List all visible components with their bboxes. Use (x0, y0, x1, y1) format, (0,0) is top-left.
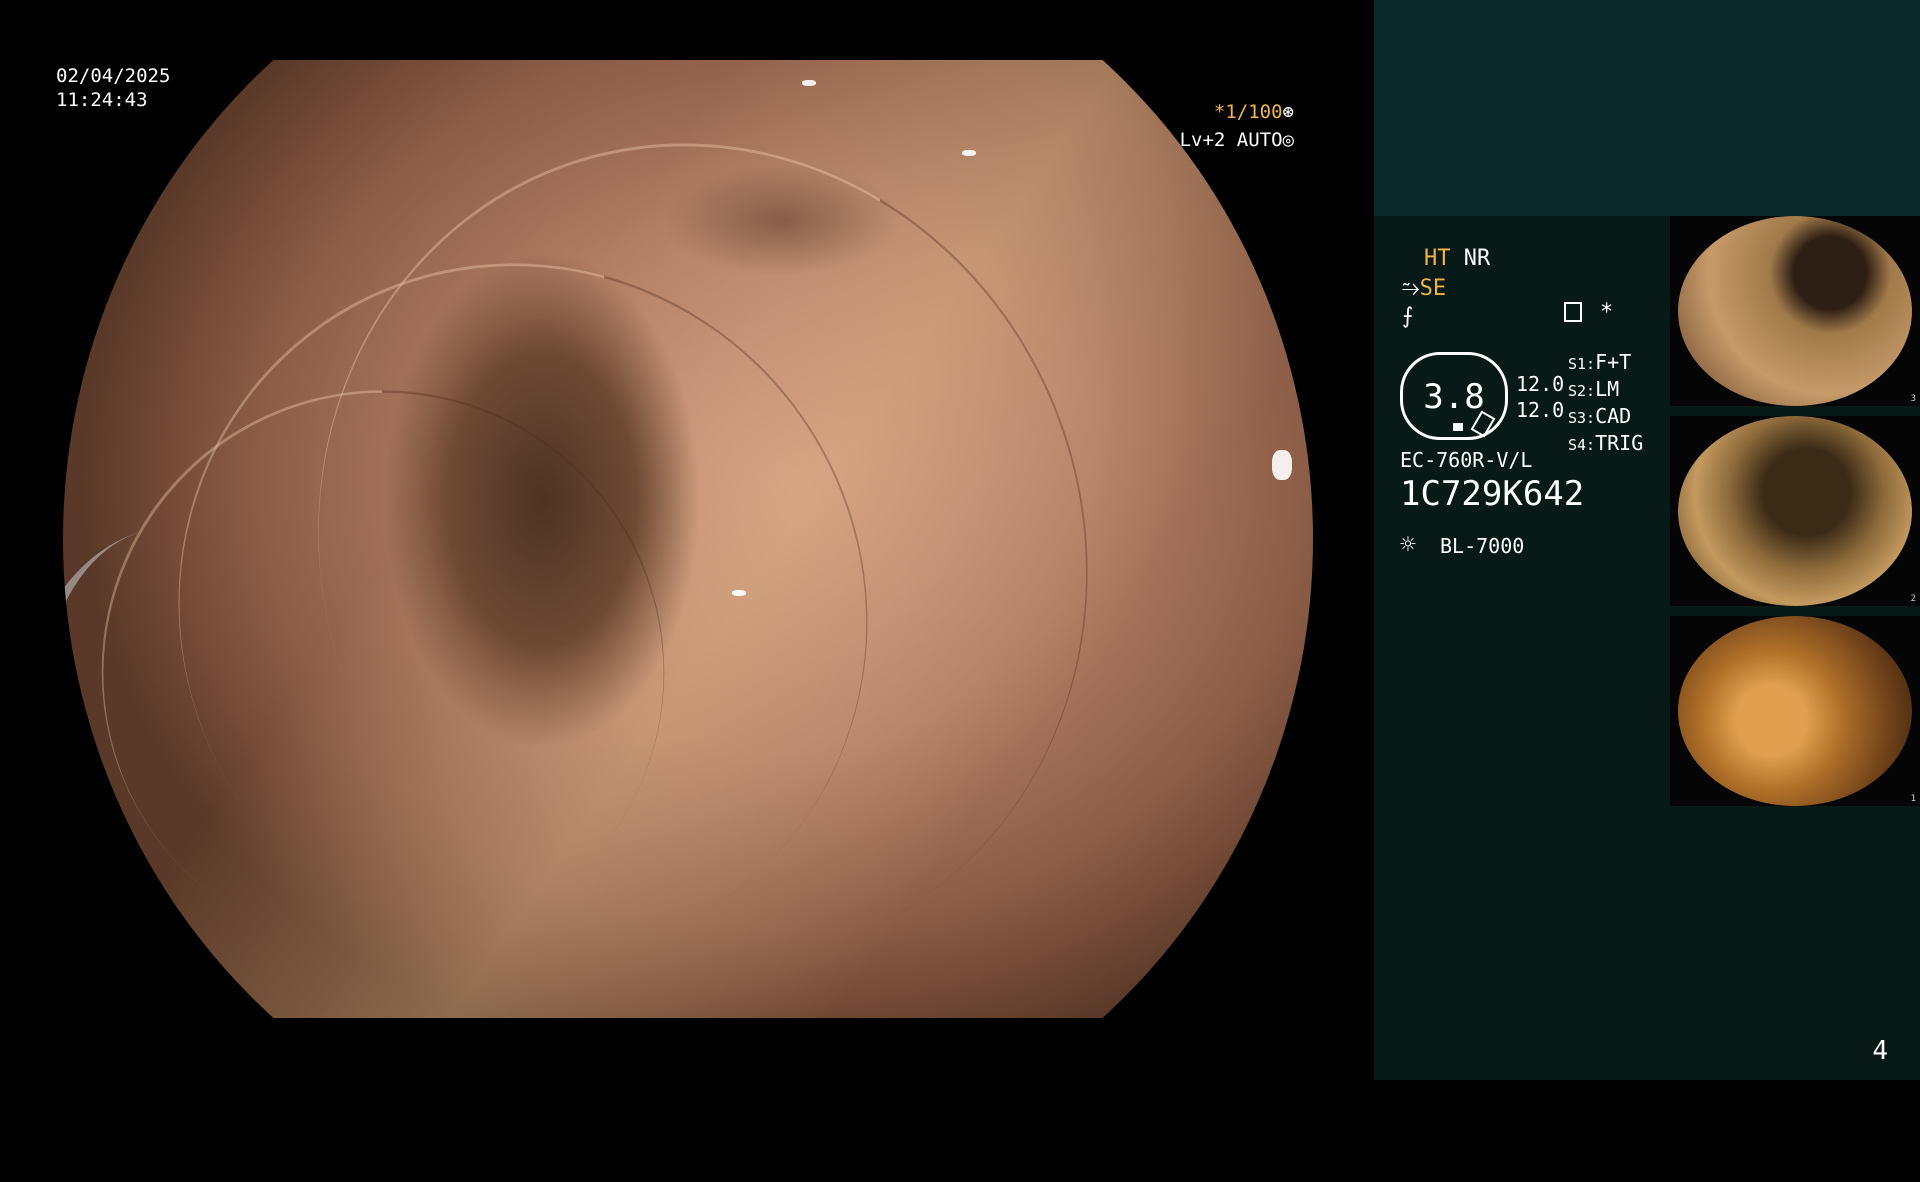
switch-row: S4:TRIG (1568, 431, 1644, 455)
shutter-speed: *1/100 (1213, 101, 1283, 123)
thumbnail-image (1678, 616, 1912, 806)
dial-value: 3.8 (1423, 377, 1485, 417)
storage-icon (1564, 302, 1582, 322)
mode-nr: NR (1463, 246, 1491, 271)
light-reflection (962, 150, 976, 156)
mode-ht: HT (1424, 246, 1451, 271)
level-mode: Lv+2 AUTO (1179, 129, 1283, 151)
mode-se: SE (1419, 276, 1447, 301)
dial-mark (1453, 423, 1463, 431)
switch-row: S3:CAD (1568, 404, 1632, 428)
switch-list: S1:F+T S2:LM S3:CAD S4:TRIG (1568, 350, 1643, 458)
zoom-dial: 3.8 (1400, 352, 1508, 440)
switch-row: S1:F+T (1568, 350, 1632, 374)
time: 11:24:43 (56, 89, 148, 111)
endoscope-image (63, 34, 1313, 1179)
thumbnail-number: 2 (1910, 594, 1916, 604)
value-1: 12.0 (1516, 372, 1565, 396)
light-source: BL-7000 (1440, 534, 1525, 558)
datetime: 02/04/2025 11:24:43 (56, 64, 170, 112)
star-icon: * (1600, 300, 1614, 325)
thumbnail-image (1678, 216, 1912, 406)
exposure-settings: *1/100⊛ Lv+2 AUTO◎ (1180, 98, 1294, 154)
mode-ht-nr: HT NR (1424, 246, 1490, 271)
function-icon: ⨍ (1402, 304, 1414, 329)
auto-icon: ◎ (1282, 129, 1294, 151)
light-reflection (1272, 450, 1292, 480)
thumbnail-number: 1 (1910, 794, 1916, 804)
scope-serial: 1C729K642 (1400, 474, 1585, 514)
capture-thumbnail[interactable]: 2 (1670, 416, 1920, 606)
capture-thumbnail[interactable]: 1 (1670, 616, 1920, 806)
switch-row: S2:LM (1568, 377, 1620, 401)
page-number: 4 (1872, 1036, 1888, 1066)
capture-thumbnail[interactable]: 3 (1670, 216, 1920, 406)
value-2: 12.0 (1516, 398, 1565, 422)
light-reflection (802, 80, 816, 86)
shutter-icon: ⊛ (1282, 101, 1294, 123)
panel-header (1374, 0, 1920, 216)
date: 02/04/2025 (56, 65, 171, 87)
light-source-icon: ☼ (1400, 530, 1416, 560)
thumbnail-number: 3 (1910, 394, 1916, 404)
enhancement-icon: ⥲ (1402, 276, 1420, 301)
scope-model: EC-760R-V/L (1400, 448, 1533, 472)
light-reflection (732, 590, 746, 596)
thumbnail-image (1678, 416, 1912, 606)
mode-se-row: ⥲SE (1402, 276, 1446, 301)
